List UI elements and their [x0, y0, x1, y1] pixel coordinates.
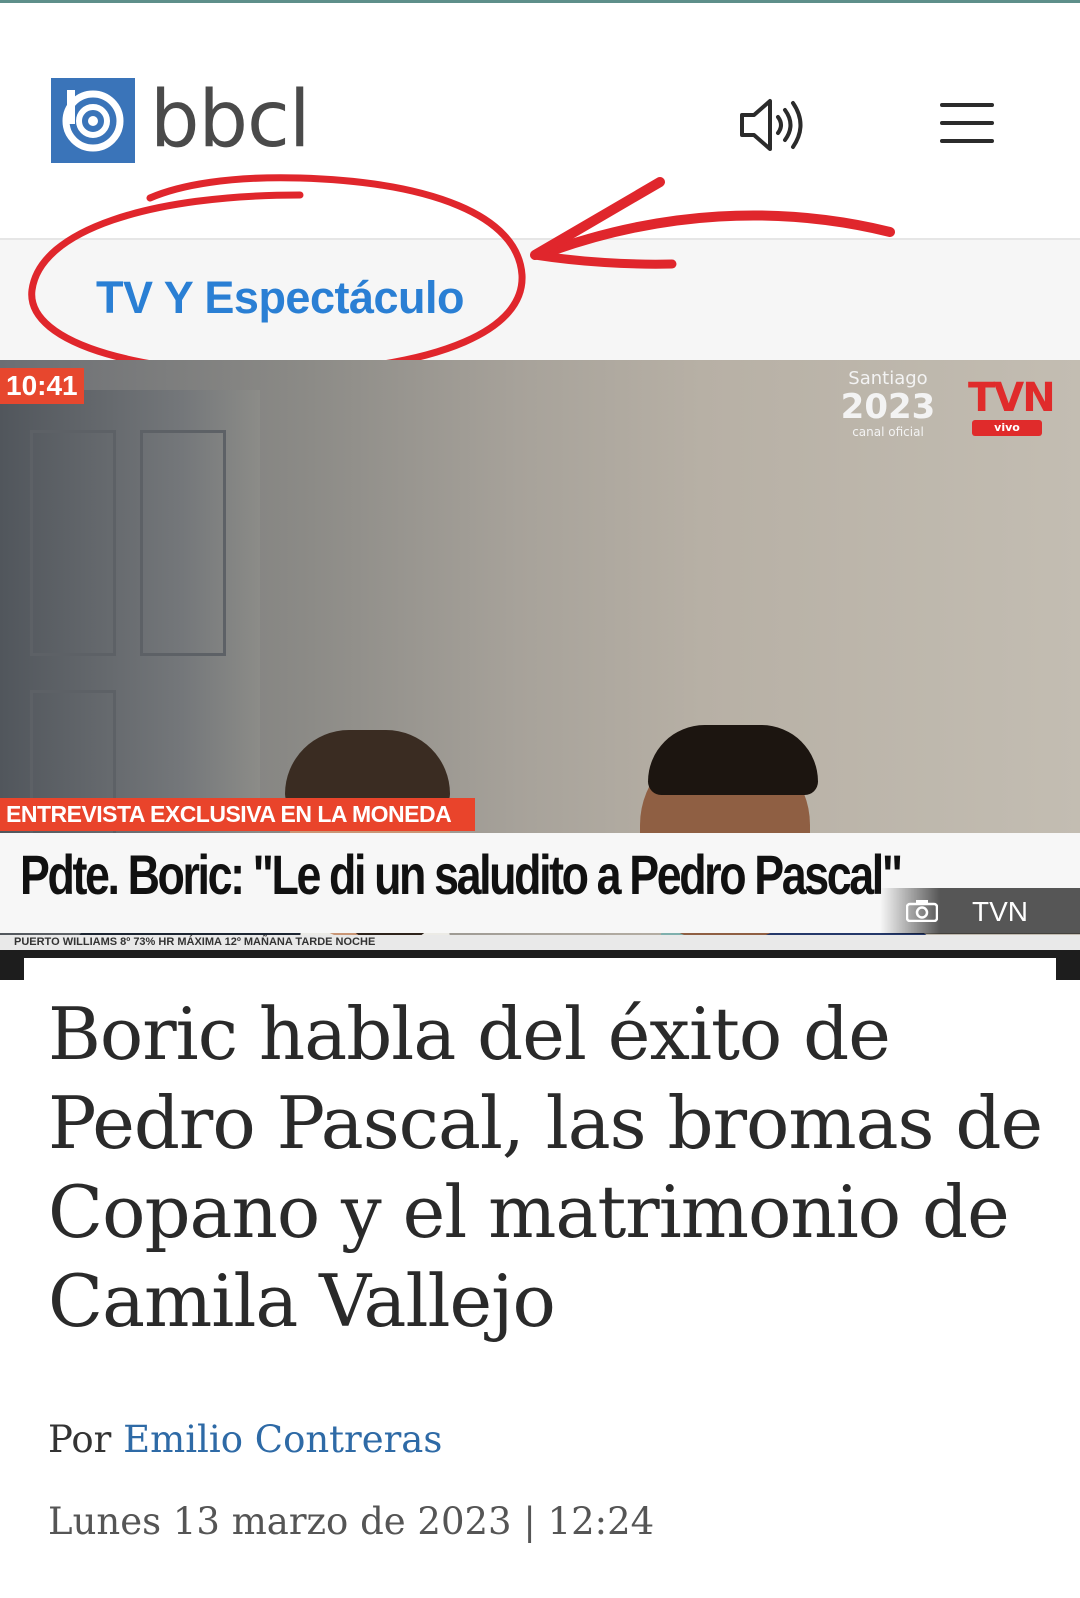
camera-icon	[906, 900, 938, 922]
logo-icon[interactable]	[51, 78, 135, 163]
speaker-icon[interactable]	[738, 95, 810, 155]
publish-date: Lunes 13 marzo de 2023 | 12:24	[48, 1500, 655, 1543]
logo-wordmark[interactable]: bbcl	[150, 75, 311, 165]
lower-third-title: Pdte. Boric: "Le di un saludito a Pedro …	[20, 843, 903, 906]
hamburger-icon[interactable]	[940, 103, 994, 147]
byline-prefix: Por	[48, 1418, 112, 1461]
category-link[interactable]: TV Y Espectáculo	[96, 272, 465, 324]
photo-credit: TVN	[880, 888, 1080, 934]
weather-ticker: PUERTO WILLIAMS 8º 73% HR MÁXIMA 12º MAÑ…	[0, 935, 1080, 950]
article-headline: Boric habla del éxito de Pedro Pascal, l…	[48, 992, 1043, 1343]
exclusive-banner: ENTREVISTA EXCLUSIVA EN LA MONEDA	[0, 798, 476, 831]
author-link[interactable]: Emilio Contreras	[123, 1418, 442, 1461]
event-logo: Santiago 2023 canal oficial	[840, 368, 936, 439]
channel-logo: TVN vivo	[968, 375, 1056, 436]
broadcast-time: 10:41	[0, 368, 84, 404]
byline: Por Emilio Contreras	[48, 1418, 442, 1461]
site-header: bbcl	[0, 3, 1080, 235]
